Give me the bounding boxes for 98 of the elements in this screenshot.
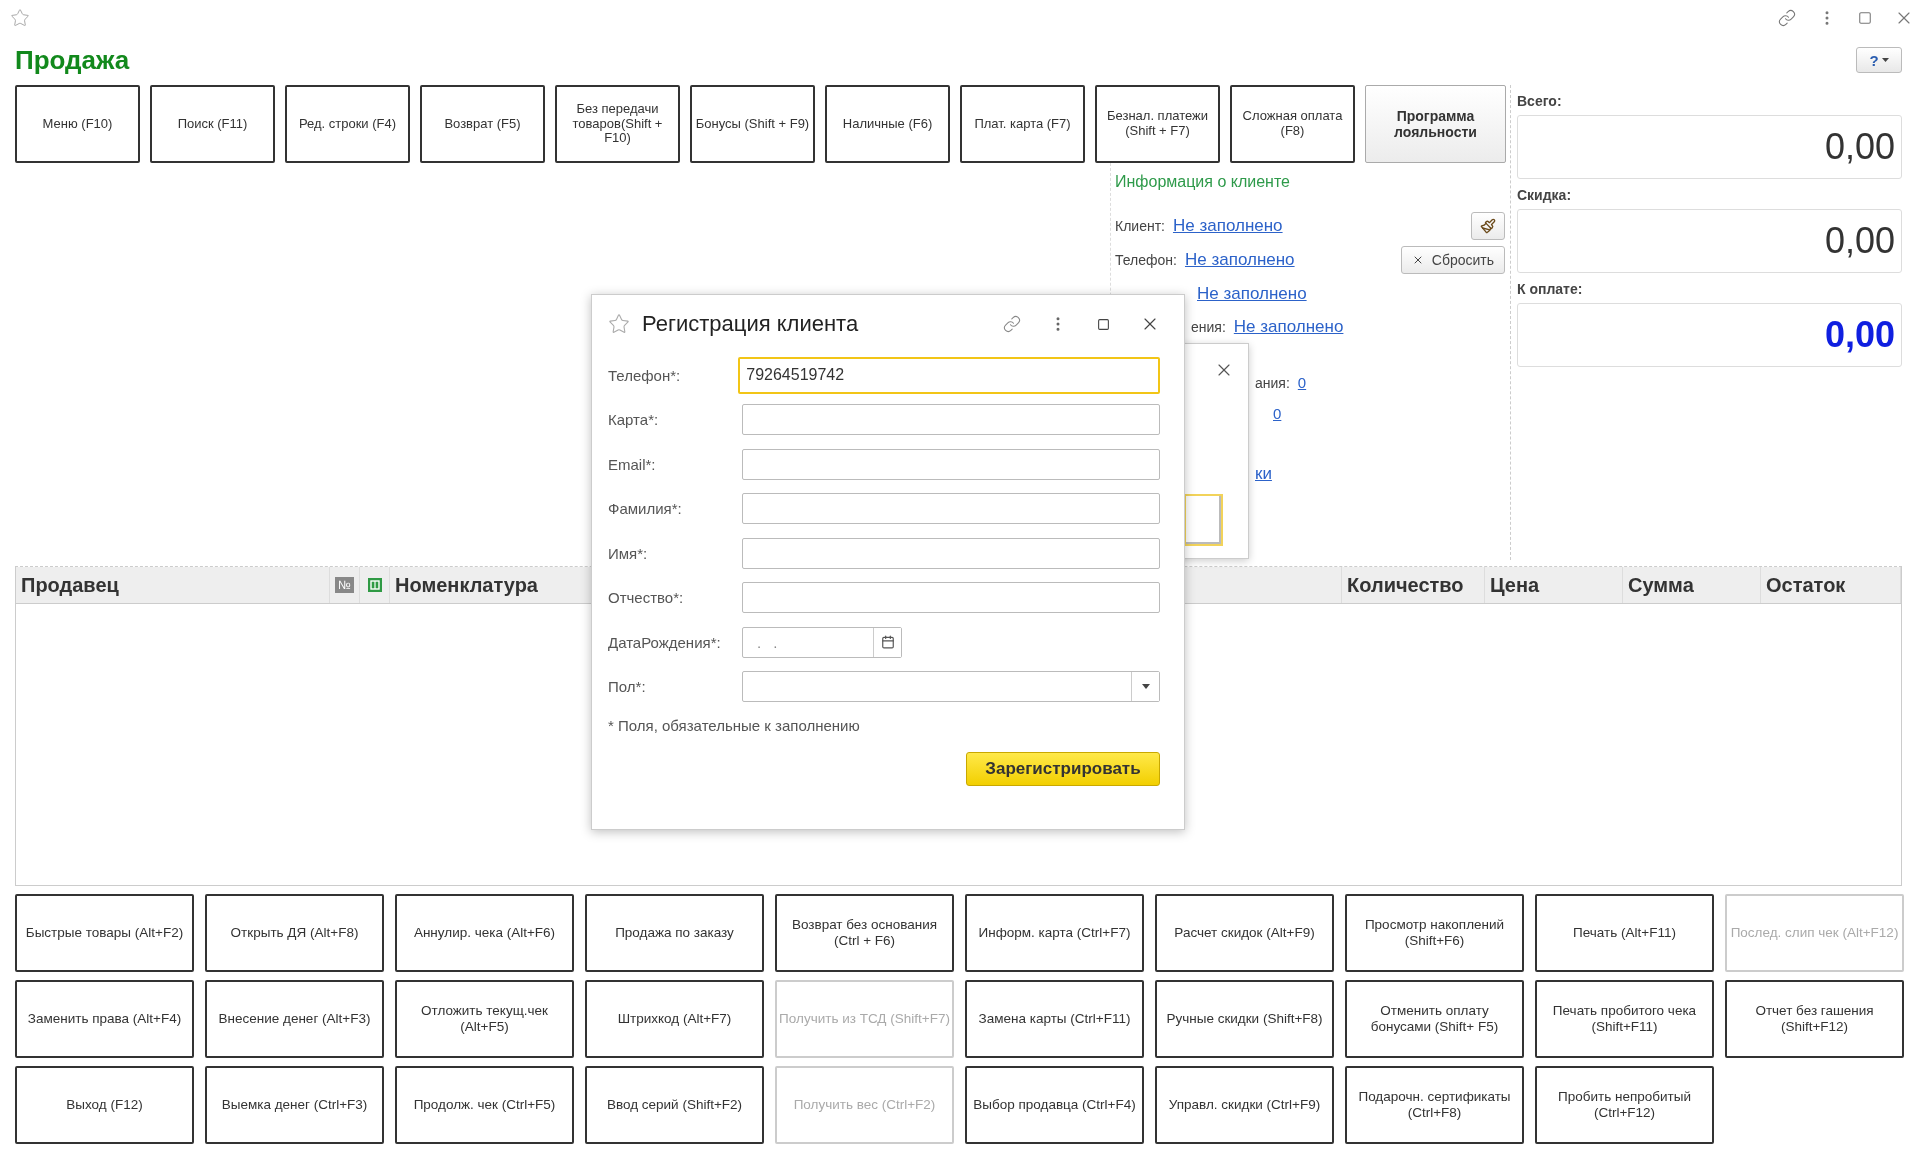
link-icon[interactable] — [1778, 8, 1796, 27]
action-button[interactable]: Информ. карта (Ctrl+F7) — [965, 894, 1144, 972]
action-button[interactable]: Подарочн. сертификаты (Ctrl+F8) — [1345, 1066, 1524, 1144]
reset-button[interactable]: Сбросить — [1400, 246, 1505, 274]
action-button[interactable]: Отменить оплату бонусами (Shift+ F5) — [1345, 980, 1524, 1058]
info-link[interactable]: Не заполнено — [1184, 250, 1295, 270]
link-icon[interactable] — [1003, 315, 1021, 333]
help-button[interactable]: ? — [1856, 47, 1902, 73]
action-button[interactable]: Печать пробитого чека (Shift+F11) — [1535, 980, 1714, 1058]
select-field[interactable] — [741, 671, 1160, 703]
dropdown-button[interactable] — [1131, 672, 1159, 702]
action-button[interactable]: Аннулир. чека (Alt+F6) — [395, 894, 574, 972]
field-label: Имя*: — [608, 544, 649, 562]
action-button[interactable]: Управл. скидки (Ctrl+F9) — [1155, 1066, 1334, 1144]
total-label: К оплате: — [1517, 281, 1584, 299]
field-label: Телефон*: — [608, 366, 682, 384]
action-button[interactable]: Штрихкод (Alt+F7) — [585, 980, 764, 1058]
toolbar-button[interactable]: Без передачи товаров(Shift + F10) — [555, 85, 680, 163]
favorite-star-icon[interactable] — [608, 313, 630, 335]
toolbar-button[interactable]: Программа лояльности — [1365, 85, 1506, 163]
text-field[interactable] — [741, 404, 1160, 436]
action-button[interactable]: Выемка денег (Ctrl+F3) — [205, 1066, 384, 1144]
total-label: Всего: — [1517, 93, 1563, 111]
action-button[interactable]: Пробить непробитый (Ctrl+F12) — [1535, 1066, 1714, 1144]
spreadsheet-icon — [366, 577, 383, 593]
info-label: ания: — [1255, 374, 1290, 391]
dialog-title: Регистрация клиента — [642, 311, 860, 337]
action-button[interactable]: Печать (Alt+F11) — [1535, 894, 1714, 972]
column-header[interactable]: Остаток — [1761, 567, 1901, 603]
counter-link[interactable]: 0 — [1273, 405, 1282, 422]
action-button[interactable]: Внесение денег (Alt+F3) — [205, 980, 384, 1058]
action-button[interactable]: Выбор продавца (Ctrl+F4) — [965, 1066, 1144, 1144]
section-title: Информация о клиенте — [1115, 173, 1291, 192]
text-field[interactable] — [741, 448, 1160, 480]
caret-icon — [1141, 684, 1150, 690]
action-button[interactable]: Замена карты (Ctrl+F11) — [965, 980, 1144, 1058]
page-title: Продажа — [15, 44, 130, 76]
info-label: ения: — [1191, 318, 1226, 335]
dialog-button[interactable] — [1184, 494, 1223, 546]
info-link[interactable]: Не заполнено — [1197, 283, 1307, 304]
field-label: Email*: — [608, 455, 657, 473]
total-value: 0,00 — [1517, 209, 1902, 273]
action-button[interactable]: Продажа по заказу — [585, 894, 764, 972]
info-link[interactable]: ки — [1255, 464, 1272, 484]
favorite-star-icon[interactable] — [10, 7, 30, 28]
info-link[interactable]: Не заполнено — [1172, 216, 1283, 236]
text-field[interactable]: 79264519742 — [738, 356, 1160, 394]
field-label: Отчество*: — [608, 589, 685, 607]
text-field[interactable] — [741, 493, 1160, 525]
action-button[interactable]: Ручные скидки (Shift+F8) — [1155, 980, 1334, 1058]
register-button[interactable]: Зарегистрировать — [966, 752, 1160, 786]
field-label: ДатаРождения*: — [608, 633, 722, 651]
edit-button[interactable] — [1471, 212, 1505, 240]
toolbar-button[interactable]: Ред. строки (F4) — [285, 85, 410, 163]
column-header[interactable]: Продавец — [16, 567, 330, 603]
total-value: 0,00 — [1517, 303, 1902, 367]
toolbar-button[interactable]: Наличные (F6) — [825, 85, 950, 163]
toolbar-button[interactable]: Сложная оплата (F8) — [1230, 85, 1355, 163]
action-button[interactable]: Выход (F12) — [15, 1066, 194, 1144]
required-note: * Поля, обязательные к заполнению — [608, 717, 861, 734]
field-label: Пол*: — [608, 678, 647, 696]
toolbar-button[interactable]: Меню (F10) — [15, 85, 140, 163]
date-mask: . . — [756, 633, 783, 651]
column-header[interactable]: Количество — [1342, 567, 1485, 603]
field-label: Фамилия*: — [608, 500, 683, 518]
field-label: Карта*: — [608, 411, 660, 429]
action-button[interactable]: Отчет без гашения (Shift+F12) — [1725, 980, 1904, 1058]
total-value: 0,00 — [1517, 115, 1902, 179]
total-label: Скидка: — [1517, 187, 1573, 205]
text-field[interactable] — [741, 537, 1160, 569]
calendar-button[interactable] — [873, 627, 901, 657]
action-button[interactable]: Открыть ДЯ (Alt+F8) — [205, 894, 384, 972]
info-link[interactable]: Не заполнено — [1233, 316, 1344, 337]
toolbar-button[interactable]: Бонусы (Shift + F9) — [690, 85, 815, 163]
action-button[interactable]: Отложить текущ.чек (Alt+F5) — [395, 980, 574, 1058]
toolbar-button[interactable]: Безнал. платежи (Shift + F7) — [1095, 85, 1220, 163]
action-button[interactable]: Быстрые товары (Alt+F2) — [15, 894, 194, 972]
brush-icon — [1480, 218, 1496, 234]
number-column-header[interactable]: № — [335, 577, 354, 593]
maximize-icon[interactable] — [1097, 317, 1110, 331]
action-button[interactable]: Заменить права (Alt+F4) — [15, 980, 194, 1058]
toolbar-button[interactable]: Поиск (F11) — [150, 85, 275, 163]
calendar-icon — [880, 635, 895, 650]
action-button[interactable]: Просмотр накоплений (Shift+F6) — [1345, 894, 1524, 972]
column-header[interactable]: Сумма — [1623, 567, 1761, 603]
action-button[interactable]: Ввод серий (Shift+F2) — [585, 1066, 764, 1144]
toolbar-button[interactable]: Плат. карта (F7) — [960, 85, 1085, 163]
action-button[interactable]: Продолж. чек (Ctrl+F5) — [395, 1066, 574, 1144]
action-button[interactable]: Расчет скидок (Alt+F9) — [1155, 894, 1334, 972]
caret-icon — [1881, 58, 1889, 62]
info-label: Телефон: — [1115, 252, 1177, 268]
info-label: Клиент: — [1115, 218, 1165, 234]
toolbar-button[interactable]: Возврат (F5) — [420, 85, 545, 163]
counter-link[interactable]: 0 — [1297, 374, 1307, 391]
text-field[interactable] — [741, 582, 1160, 614]
action-button[interactable]: Возврат без основания (Ctrl + F6) — [775, 894, 954, 972]
date-field[interactable]: . . — [742, 626, 902, 658]
column-header[interactable]: Цена — [1485, 567, 1623, 603]
